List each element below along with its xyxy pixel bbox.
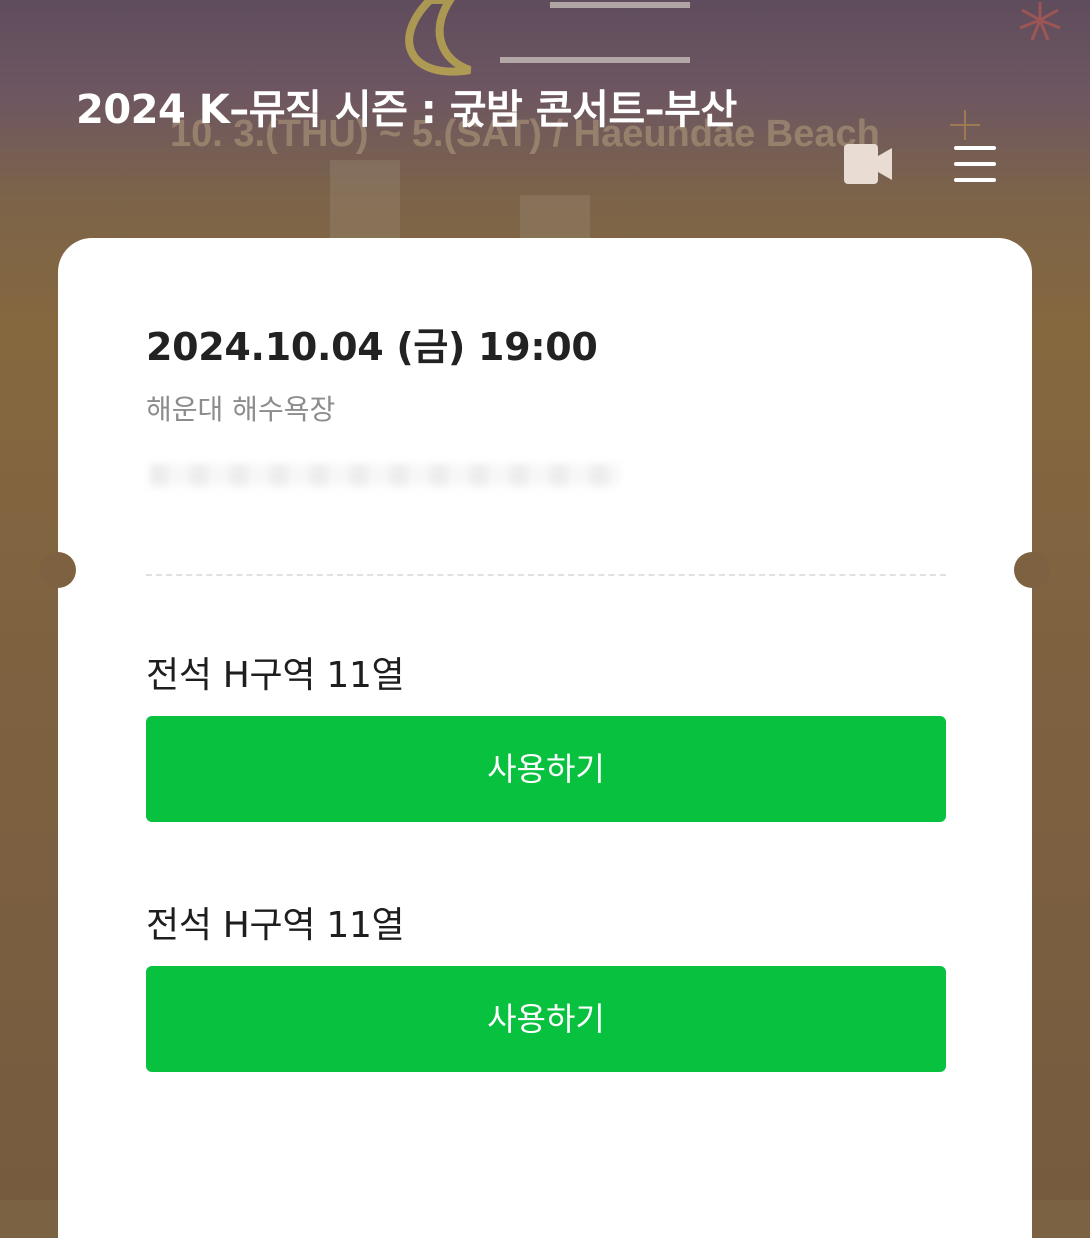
performance-datetime: 2024.10.04 (금) 19:00 <box>146 325 598 369</box>
use-ticket-button[interactable]: 사용하기 <box>146 966 946 1072</box>
seat-label: 전석 H구역 11열 <box>146 905 405 946</box>
use-ticket-button[interactable]: 사용하기 <box>146 716 946 822</box>
event-title: 2024 K–뮤직 시즌 : 굯밤 콘서트–부산 <box>76 87 737 133</box>
redacted-info <box>150 464 620 486</box>
video-camera-icon[interactable] <box>838 138 900 190</box>
ticket-notch-right <box>1014 552 1050 588</box>
ticket-divider <box>146 574 946 576</box>
hamburger-menu-icon[interactable] <box>948 140 1002 188</box>
app-header: 2024 K–뮤직 시즌 : 굯밤 콘서트–부산 <box>0 0 1090 235</box>
ticket-notch-left <box>40 552 76 588</box>
ticket-card: 2024.10.04 (금) 19:00 해운대 해수욕장 전석 H구역 11열… <box>40 238 1050 1238</box>
venue-name: 해운대 해수욕장 <box>146 393 336 426</box>
seat-label: 전석 H구역 11열 <box>146 655 405 696</box>
